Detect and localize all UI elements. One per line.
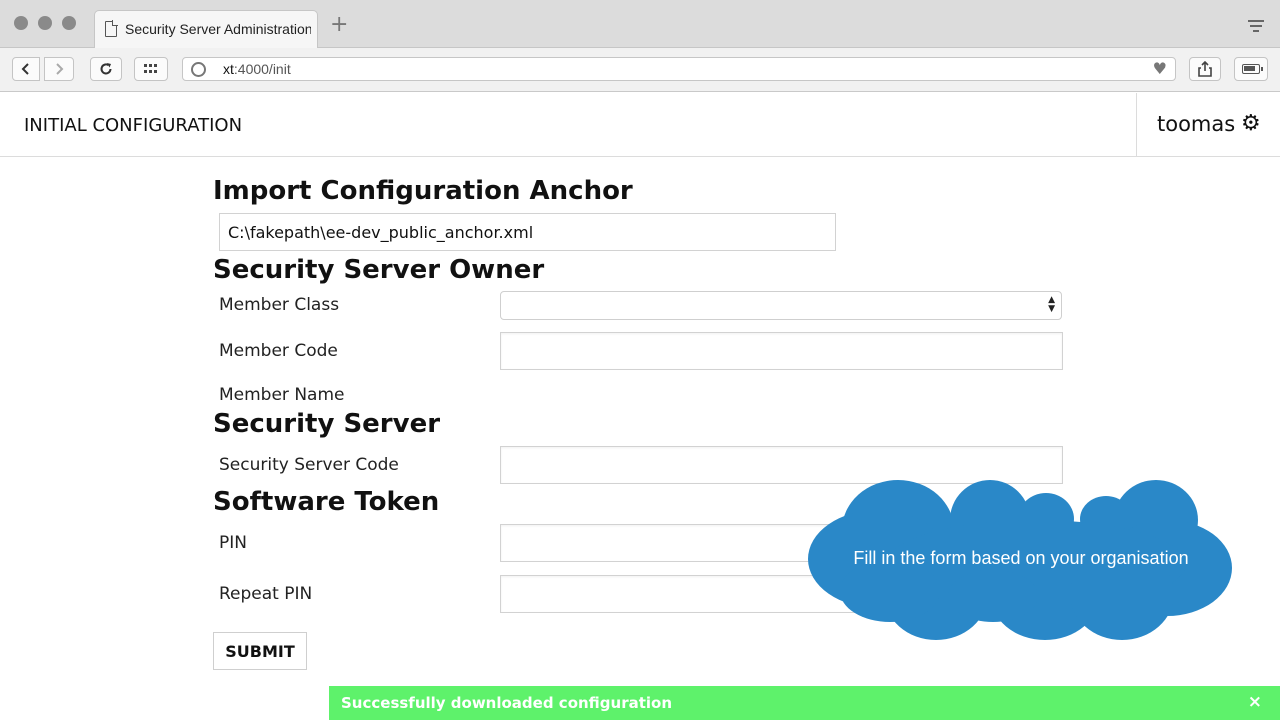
page-title: INITIAL CONFIGURATION: [24, 115, 243, 136]
member-class-select[interactable]: ▲ ▼: [500, 291, 1062, 320]
pin-input[interactable]: [500, 524, 1063, 562]
heart-icon[interactable]: ♥: [1153, 59, 1167, 78]
server-code-label: Security Server Code: [219, 455, 399, 475]
back-icon: [21, 63, 29, 75]
repeat-pin-input[interactable]: [500, 575, 1063, 613]
tab-title: Security Server Administration: [125, 21, 311, 37]
grid-icon: [144, 64, 157, 73]
pin-label: PIN: [219, 533, 247, 553]
document-icon: [105, 20, 118, 37]
username: toomas: [1157, 112, 1236, 136]
url-text: xt:4000/init: [223, 61, 291, 77]
server-heading: Security Server: [213, 409, 441, 439]
browser-tab-bar: Security Server Administration +: [0, 0, 1280, 48]
close-icon[interactable]: ×: [1248, 692, 1262, 712]
user-menu[interactable]: toomas ⚙: [1136, 93, 1280, 156]
success-notification: Successfully downloaded configuration ×: [329, 686, 1280, 720]
share-button[interactable]: [1189, 57, 1221, 81]
member-name-label: Member Name: [219, 385, 345, 405]
close-window-button[interactable]: [14, 16, 28, 30]
browser-toolbar: xt:4000/init ♥: [0, 48, 1280, 92]
minimize-window-button[interactable]: [38, 16, 52, 30]
forward-icon: [56, 63, 64, 75]
anchor-heading: Import Configuration Anchor: [213, 176, 633, 206]
reload-icon: [100, 63, 112, 75]
globe-icon: [191, 62, 206, 77]
anchor-file-input[interactable]: C:\fakepath\ee-dev_public_anchor.xml: [219, 213, 836, 251]
server-code-input[interactable]: [500, 446, 1063, 484]
address-bar[interactable]: xt:4000/init ♥: [182, 57, 1176, 81]
app-header: INITIAL CONFIGURATION toomas ⚙: [0, 93, 1280, 157]
new-tab-button[interactable]: +: [330, 14, 348, 36]
gear-icon[interactable]: ⚙: [1241, 112, 1261, 136]
zoom-window-button[interactable]: [62, 16, 76, 30]
battery-button[interactable]: [1234, 57, 1268, 81]
reload-button[interactable]: [90, 57, 122, 81]
repeat-pin-label: Repeat PIN: [219, 584, 313, 604]
top-sites-button[interactable]: [134, 57, 168, 81]
battery-icon: [1242, 64, 1263, 74]
owner-heading: Security Server Owner: [213, 255, 545, 285]
member-class-label: Member Class: [219, 295, 340, 315]
token-heading: Software Token: [213, 487, 440, 517]
submit-button[interactable]: SUBMIT: [213, 632, 307, 670]
browser-tab[interactable]: Security Server Administration: [94, 10, 318, 48]
member-code-label: Member Code: [219, 341, 338, 361]
back-button[interactable]: [12, 57, 40, 81]
select-arrows-icon: ▲ ▼: [1048, 295, 1055, 314]
notification-text: Successfully downloaded configuration: [341, 694, 673, 712]
forward-button[interactable]: [44, 57, 74, 81]
member-code-input[interactable]: [500, 332, 1063, 370]
share-icon: [1198, 61, 1212, 77]
tab-menu-icon[interactable]: [1248, 20, 1264, 35]
